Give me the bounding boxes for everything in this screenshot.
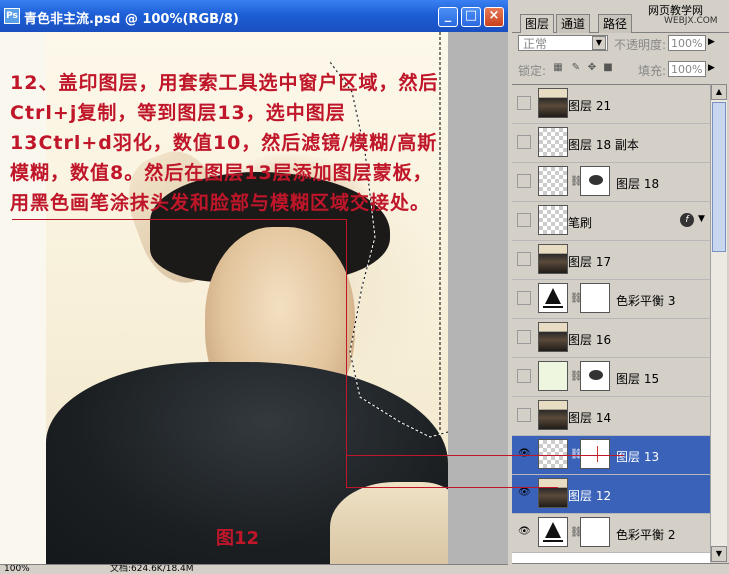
- tab-layers[interactable]: 图层: [520, 14, 555, 33]
- scroll-down-icon[interactable]: ▼: [711, 546, 727, 562]
- tab-channels[interactable]: 通道: [556, 14, 591, 33]
- close-button[interactable]: ×: [484, 7, 504, 27]
- eye-icon[interactable]: [517, 330, 531, 344]
- layer-name: 图层 13: [616, 450, 660, 464]
- annotation-line: [12, 219, 346, 220]
- fill-input[interactable]: 100%: [668, 61, 706, 77]
- layer-row[interactable]: 图层 16: [512, 319, 710, 358]
- canvas-area[interactable]: 12、盖印图层，用套索工具选中窗户区域，然后Ctrl+j复制，等到图层13，选中…: [0, 32, 508, 564]
- layer-thumbnail[interactable]: [538, 322, 568, 352]
- annotation-line: [346, 487, 558, 488]
- eye-icon[interactable]: 👁: [517, 486, 531, 500]
- layer-row[interactable]: 👁 ⛓ 色彩平衡 2: [512, 514, 710, 553]
- lock-label: 锁定:: [518, 64, 547, 78]
- panel-bottom-toolbar: [512, 563, 729, 574]
- layer-mask-thumbnail[interactable]: [580, 283, 610, 313]
- scroll-up-icon[interactable]: ▲: [711, 84, 727, 100]
- layer-thumbnail[interactable]: [538, 517, 568, 547]
- layer-name: 图层 14: [568, 411, 612, 425]
- opacity-label: 不透明度:: [614, 38, 667, 52]
- layer-thumbnail[interactable]: [538, 439, 568, 469]
- layer-thumbnail[interactable]: [538, 244, 568, 274]
- chevron-down-icon[interactable]: ▼: [592, 36, 606, 50]
- chevron-down-icon[interactable]: ▼: [698, 214, 705, 224]
- lock-brush-icon[interactable]: ✎: [570, 62, 582, 74]
- layer-name: 图层 12: [568, 489, 612, 503]
- watermark-url: WEBJX.COM: [664, 16, 718, 26]
- figure-label: 图12: [216, 528, 260, 549]
- minimize-button[interactable]: _: [438, 7, 458, 27]
- layer-name: 笔刷: [568, 216, 593, 230]
- eye-icon[interactable]: [517, 252, 531, 266]
- layer-name: 图层 21: [568, 99, 612, 113]
- layer-mask-thumbnail[interactable]: [580, 361, 610, 391]
- layer-mask-thumbnail[interactable]: [580, 517, 610, 547]
- document-titlebar[interactable]: Ps 青色非主流.psd @ 100%(RGB/8) _ □ ×: [0, 0, 508, 32]
- lock-move-icon[interactable]: ✥: [586, 62, 598, 74]
- layer-name: 图层 16: [568, 333, 612, 347]
- layer-row[interactable]: ⛓ 图层 15: [512, 358, 710, 397]
- layer-row[interactable]: 👁 图层 12: [512, 475, 710, 514]
- layer-thumbnail[interactable]: [538, 88, 568, 118]
- opacity-input[interactable]: 100%: [668, 35, 706, 51]
- layer-thumbnail[interactable]: [538, 400, 568, 430]
- layer-thumbnail[interactable]: [538, 478, 568, 508]
- layer-name: 图层 15: [616, 372, 660, 386]
- fill-label: 填充:: [638, 64, 667, 78]
- layer-row[interactable]: 图层 17: [512, 241, 710, 280]
- layer-mask-thumbnail[interactable]: [580, 166, 610, 196]
- layer-thumbnail[interactable]: [538, 205, 568, 235]
- instruction-text: 12、盖印图层，用套索工具选中窗户区域，然后Ctrl+j复制，等到图层13，选中…: [10, 72, 439, 214]
- fill-arrow-icon[interactable]: ▶: [708, 63, 715, 73]
- layer-row[interactable]: 图层 14: [512, 397, 710, 436]
- lock-row: 锁定: ▦ ✎ ✥ ■ 填充: 100% ▶: [516, 58, 728, 78]
- layer-name: 色彩平衡 2: [616, 528, 676, 542]
- layer-name: 图层 18: [616, 177, 660, 191]
- layer-row[interactable]: ⛓ 色彩平衡 3: [512, 280, 710, 319]
- ps-document-icon: Ps: [4, 8, 20, 24]
- eye-icon[interactable]: 👁: [517, 447, 531, 461]
- layer-row[interactable]: ⛓ 图层 18: [512, 163, 710, 202]
- layer-name: 色彩平衡 3: [616, 294, 676, 308]
- layer-thumbnail[interactable]: [538, 361, 568, 391]
- annotation-line: [346, 219, 347, 487]
- layer-row[interactable]: 图层 18 副本: [512, 124, 710, 163]
- layers-scrollbar[interactable]: ▲ ▼: [710, 84, 727, 562]
- layer-name: 图层 17: [568, 255, 612, 269]
- eye-icon[interactable]: 👁: [517, 525, 531, 539]
- layer-row[interactable]: 图层 21: [512, 85, 710, 124]
- layer-name: 图层 18 副本: [568, 138, 639, 152]
- maximize-button[interactable]: □: [461, 7, 481, 27]
- eye-icon[interactable]: [517, 135, 531, 149]
- annotation-line: [346, 455, 624, 456]
- eye-icon[interactable]: [517, 174, 531, 188]
- tab-paths[interactable]: 路径: [598, 14, 633, 33]
- layers-list: 图层 21 图层 18 副本 ⛓ 图层 18 笔刷 f ▼ 图层 17 ⛓ 色彩平衡 3 图层 16…: [512, 84, 710, 563]
- layer-thumbnail[interactable]: [538, 127, 568, 157]
- eye-icon[interactable]: [517, 408, 531, 422]
- lock-all-icon[interactable]: ■: [602, 62, 614, 74]
- layers-panel: 图层 通道 路径 网页教学网 WEBJX.COM 正常 ▼ 不透明度: 100%…: [512, 4, 729, 574]
- layer-mask-thumbnail[interactable]: [580, 439, 610, 469]
- eye-icon[interactable]: [517, 291, 531, 305]
- scroll-thumb[interactable]: [712, 102, 726, 252]
- lock-transparency-icon[interactable]: ▦: [552, 62, 564, 74]
- eye-icon[interactable]: [517, 369, 531, 383]
- eye-icon[interactable]: [517, 213, 531, 227]
- layer-row[interactable]: 笔刷 f ▼: [512, 202, 710, 241]
- layer-thumbnail[interactable]: [538, 166, 568, 196]
- blend-row: 正常 ▼ 不透明度: 100% ▶: [516, 34, 728, 54]
- layer-thumbnail[interactable]: [538, 283, 568, 313]
- document-title: 青色非主流.psd @ 100%(RGB/8): [24, 12, 239, 27]
- panel-tabs: 图层 通道 路径 网页教学网 WEBJX.COM: [512, 4, 729, 33]
- eye-icon[interactable]: [517, 96, 531, 110]
- opacity-arrow-icon[interactable]: ▶: [708, 37, 715, 47]
- layer-style-icon[interactable]: f: [680, 213, 694, 227]
